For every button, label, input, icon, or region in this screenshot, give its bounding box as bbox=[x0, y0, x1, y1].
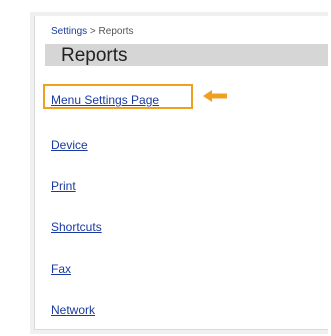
breadcrumb-separator: > bbox=[89, 26, 99, 37]
menu-item-fax[interactable]: Fax bbox=[51, 262, 71, 276]
menu-item-print[interactable]: Print bbox=[51, 179, 76, 193]
menu-item-menu-settings-page[interactable]: Menu Settings Page bbox=[51, 93, 159, 107]
page-title-bar: Reports bbox=[45, 44, 328, 66]
breadcrumb-settings-link[interactable]: Settings bbox=[51, 26, 87, 37]
reports-panel: Settings > Reports Reports Menu Settings… bbox=[30, 12, 328, 334]
breadcrumb: Settings > Reports bbox=[51, 26, 134, 37]
menu-item-network[interactable]: Network bbox=[51, 303, 95, 317]
left-arrow-icon bbox=[203, 90, 227, 102]
page-title: Reports bbox=[61, 45, 128, 66]
menu-item-device[interactable]: Device bbox=[51, 138, 88, 152]
reports-panel-body: Settings > Reports Reports Menu Settings… bbox=[34, 16, 328, 330]
breadcrumb-current: Reports bbox=[98, 26, 134, 37]
menu-item-shortcuts[interactable]: Shortcuts bbox=[51, 220, 102, 234]
